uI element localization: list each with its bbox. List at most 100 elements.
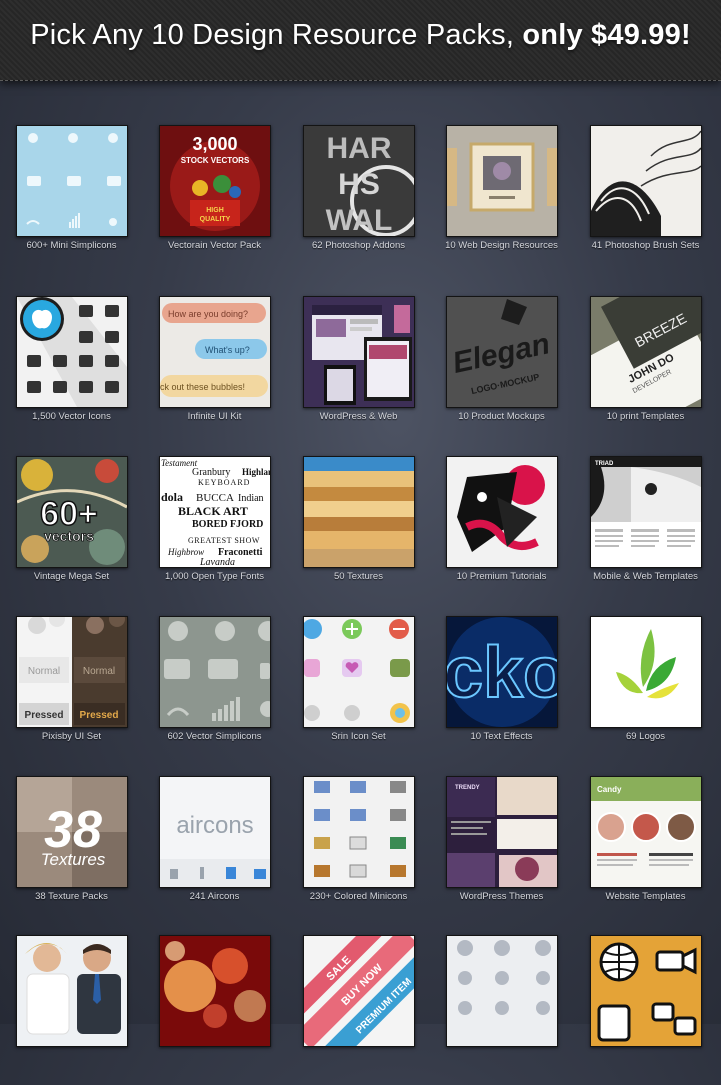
pack-tile-open-type-fonts[interactable]: Testament Granbury Highland KEYBOARD dol… [143, 456, 286, 606]
ui-pressed-dark: Pressed [80, 710, 119, 721]
font-sample-11: Highbrow [167, 547, 204, 557]
gray-simplicons-icon [159, 616, 271, 728]
vector-pack-sub: STOCK VECTORS [181, 156, 250, 165]
pack-tile-colored-minicons[interactable]: 230+ Colored Minicons [287, 776, 430, 926]
texture-icon [303, 456, 415, 568]
tutorial-art-icon [446, 456, 558, 568]
pack-tile-aircons[interactable]: aircons 241 Aircons [143, 776, 286, 926]
pack-tile-product-mockups[interactable]: Elegan LOGO·MOCKUP 10 Product Mockups [430, 296, 573, 446]
pack-tile-vectorain[interactable]: 3,000 STOCK VECTORS HIGH QUALITY Vectora… [143, 125, 286, 275]
font-sample-7: Indian [238, 493, 264, 504]
pack-tile-mobile-web-templates[interactable]: TRIAD Mobile & Web Templates [574, 456, 717, 606]
logo-mockup-icon: Elegan LOGO·MOCKUP [446, 296, 558, 408]
photoshop-addons-icon: HAR HS WAL [303, 125, 415, 237]
packs-grid: 600+ Mini Simplicons 3,000 STOCK VECTORS… [0, 0, 721, 1047]
wp-brand: TRENDY [455, 785, 480, 791]
bubble-3-text: ck out these bubbles! [160, 382, 245, 392]
pack-tile-photoshop-addons[interactable]: HAR HS WAL 62 Photoshop Addons [287, 125, 430, 275]
pack-tile-ribbons[interactable]: SALE BUY NOW PREMIUM ITEM [287, 935, 430, 1085]
font-sample-2: Granbury [192, 467, 230, 478]
pack-label: 1,500 Vector Icons [32, 411, 111, 422]
pack-label: Website Templates [605, 891, 686, 902]
pack-tile-wordpress-web[interactable]: WordPress & Web [287, 296, 430, 446]
devices-icon [303, 296, 415, 408]
bubble-1-text: How are you doing? [168, 309, 248, 319]
web-template-icon: TRIAD [590, 456, 702, 568]
pack-label: Srin Icon Set [331, 731, 386, 742]
ui-pressed-light: Pressed [25, 710, 64, 721]
neon-text-icon: cko [446, 616, 558, 728]
texture-pack-icon: 38 Textures [16, 776, 128, 888]
pack-tile-bokeh[interactable] [143, 935, 286, 1085]
pack-label: 38 Texture Packs [35, 891, 108, 902]
pack-tile-website-templates[interactable]: Candy Website Templates [574, 776, 717, 926]
pack-tile-print-templates[interactable]: BREEZE JOHN DO DEVELOPER 10 print Templa… [574, 296, 717, 446]
font-sample-13: Lavanda [199, 557, 235, 567]
font-sample-6: BUCCA [196, 492, 234, 504]
pack-tile-pixisby-ui-set[interactable]: Normal Normal Pressed Pressed Pixisby UI… [0, 616, 143, 766]
texture-pack-word: Textures [41, 850, 106, 869]
pack-tile-wordpress-themes[interactable]: TRENDY WordPress Themes [430, 776, 573, 926]
leaf-logo-icon [590, 616, 702, 728]
simplicons-icon [16, 125, 128, 237]
ui-normal-light: Normal [28, 666, 60, 677]
pack-tile-vector-simplicons[interactable]: 602 Vector Simplicons [143, 616, 286, 766]
ui-normal-dark: Normal [83, 666, 115, 677]
pack-tile-textures[interactable]: 50 Textures [287, 456, 430, 606]
pack-tile-business-people[interactable] [0, 935, 143, 1085]
pack-label: WordPress & Web [319, 411, 398, 422]
pack-tile-text-effects[interactable]: cko 10 Text Effects [430, 616, 573, 766]
chat-bubbles-icon: How are you doing? What's up? ck out the… [159, 296, 271, 408]
pack-label: 41 Photoshop Brush Sets [591, 240, 700, 251]
pack-label: 50 Textures [334, 571, 383, 582]
pack-tile-premium-tutorials[interactable]: 10 Premium Tutorials [430, 456, 573, 606]
pack-label: 10 Text Effects [470, 731, 533, 742]
frame-icon [446, 125, 558, 237]
pack-tile-vector-icons[interactable]: 1,500 Vector Icons [0, 296, 143, 446]
social-icons-icon [590, 935, 702, 1047]
pack-tile-logos[interactable]: 69 Logos [574, 616, 717, 766]
aircons-wordmark: aircons [176, 812, 253, 839]
pack-tile-web-design-resources[interactable]: 10 Web Design Resources [430, 125, 573, 275]
vector-pack-count: 3,000 [192, 134, 237, 154]
pack-label: Vintage Mega Set [33, 571, 110, 582]
vintage-icon: 60+ vectors [16, 456, 128, 568]
pack-tile-srin-icon-set[interactable]: Srin Icon Set [287, 616, 430, 766]
wp-theme-icon: TRENDY [446, 776, 558, 888]
pack-tile-texture-packs[interactable]: 38 Textures 38 Texture Packs [0, 776, 143, 926]
vintage-word: vectors [44, 528, 94, 544]
pack-label: 230+ Colored Minicons [309, 891, 408, 902]
fonts-icon: Testament Granbury Highland KEYBOARD dol… [159, 456, 271, 568]
pack-tile-brush-sets[interactable]: 41 Photoshop Brush Sets [574, 125, 717, 275]
pack-label: 10 Product Mockups [458, 411, 545, 422]
pack-tile-infinite-ui-kit[interactable]: How are you doing? What's up? ck out the… [143, 296, 286, 446]
vector-pack-quality: QUALITY [200, 216, 231, 223]
bubble-2-text: What's up? [205, 345, 250, 355]
pack-label: Vectorain Vector Pack [168, 240, 261, 251]
aircons-icon: aircons [159, 776, 271, 888]
font-sample-4: KEYBOARD [198, 478, 250, 487]
pack-tile-social-icons[interactable] [574, 935, 717, 1085]
font-sample-5: dola [161, 490, 183, 504]
neon-text: cko [447, 633, 557, 713]
bokeh-icon [159, 935, 271, 1047]
business-card-icon: BREEZE JOHN DO DEVELOPER [590, 296, 702, 408]
pack-tile-mini-simplicons[interactable]: 600+ Mini Simplicons [0, 125, 143, 275]
pack-tile-outline-icons[interactable] [430, 935, 573, 1085]
ui-set-icon: Normal Normal Pressed Pressed [16, 616, 128, 728]
pack-label: 69 Logos [625, 731, 666, 742]
pack-label: 241 Aircons [189, 891, 240, 902]
vector-pack-icon: 3,000 STOCK VECTORS HIGH QUALITY [159, 125, 271, 237]
pack-label: WordPress Themes [459, 891, 544, 902]
vector-pack-high: HIGH [206, 207, 224, 214]
addons-word-2: HS [338, 168, 380, 201]
pack-tile-vintage-mega-set[interactable]: 60+ vectors Vintage Mega Set [0, 456, 143, 606]
addons-word-1: HAR [327, 132, 392, 165]
apple-icon [16, 296, 128, 408]
srin-icon [303, 616, 415, 728]
brush-icon [590, 125, 702, 237]
pack-label: 600+ Mini Simplicons [26, 240, 117, 251]
minicons-icon [303, 776, 415, 888]
website-icon: Candy [590, 776, 702, 888]
template-brand: TRIAD [595, 461, 614, 467]
